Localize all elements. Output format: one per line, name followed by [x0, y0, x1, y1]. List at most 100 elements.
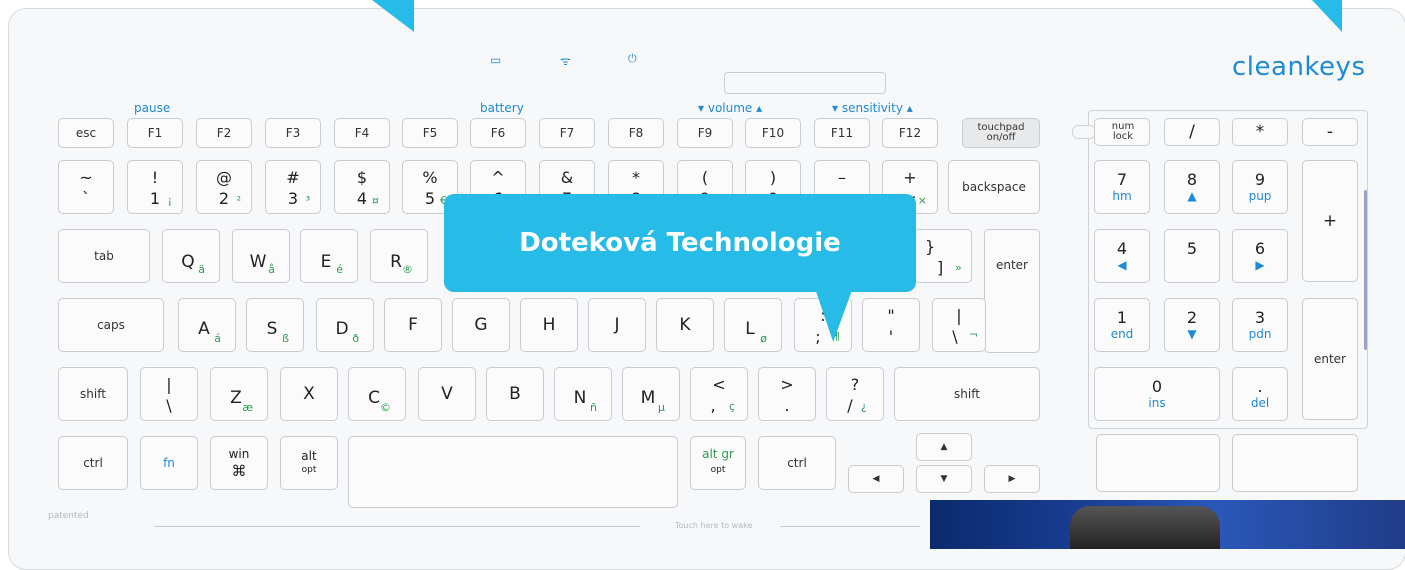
alt-gr-key[interactable]: alt gr opt [690, 436, 746, 490]
corner-marker-left [372, 0, 414, 32]
fn-key-2[interactable]: F2 [196, 118, 252, 148]
numpad-key-decimal[interactable]: . del [1232, 367, 1288, 421]
fn-key-6[interactable]: F6 [470, 118, 526, 148]
numpad-divide-key[interactable]: / [1164, 118, 1220, 146]
number-key-4[interactable]: $4 ¤ [334, 160, 390, 214]
letter-key-f[interactable]: F [384, 298, 442, 352]
win-label: win [228, 447, 250, 461]
letter-key-b[interactable]: B [486, 367, 544, 421]
touch-slot[interactable] [724, 72, 886, 94]
number-key-0[interactable]: ~ ` [58, 160, 114, 214]
arrow-up-key[interactable]: ▲ [916, 433, 972, 461]
pipe-top: | [956, 306, 962, 325]
bracket-key[interactable]: } ] » [914, 229, 972, 283]
device-image [1070, 506, 1220, 549]
touchpad-left-button[interactable] [1096, 434, 1220, 492]
letter-key-q[interactable]: Qä [162, 229, 220, 283]
fn-key-3[interactable]: F3 [265, 118, 321, 148]
number-key-1[interactable]: ! 1 ¡ [127, 160, 183, 214]
fn-key[interactable]: fn [140, 436, 198, 490]
numpad-key-2[interactable]: 2 ▼ [1164, 298, 1220, 352]
numpad-key-0[interactable]: 0 ins [1094, 367, 1220, 421]
fn-key-11[interactable]: F11 [814, 118, 870, 148]
fn-key-9[interactable]: F9 [677, 118, 733, 148]
letter-key-c[interactable]: C © [348, 367, 406, 421]
letter-key-j[interactable]: J [588, 298, 646, 352]
numpad-multiply-key[interactable]: * [1232, 118, 1288, 146]
fn-key-4[interactable]: F4 [334, 118, 390, 148]
letter-key-v[interactable]: V [418, 367, 476, 421]
touchpad-right-button[interactable] [1232, 434, 1358, 492]
letter-key-r[interactable]: R ® [370, 229, 428, 283]
backspace-key[interactable]: backspace [948, 160, 1040, 214]
number-key-2[interactable]: @2 ² [196, 160, 252, 214]
wake-label[interactable]: Touch here to wake [675, 521, 752, 530]
numpad-key-1[interactable]: 1 end [1094, 298, 1150, 352]
spacebar[interactable] [348, 436, 678, 508]
letter-key-label: H [542, 315, 556, 335]
fn-key-label: F3 [285, 126, 301, 140]
win-key[interactable]: win ⌘ [210, 436, 268, 490]
arrow-down-key[interactable]: ▼ [916, 465, 972, 493]
caps-key[interactable]: caps [58, 298, 164, 352]
fn-key-8[interactable]: F8 [608, 118, 664, 148]
numlock-key[interactable]: num lock [1094, 118, 1150, 146]
letter-key-a[interactable]: Aá [178, 298, 236, 352]
tab-key[interactable]: tab [58, 229, 150, 283]
numpad-key-5[interactable]: 5 [1164, 229, 1220, 283]
touchpad-toggle-key[interactable]: touchpad on/off [962, 118, 1040, 148]
period-key[interactable]: > . [758, 367, 816, 421]
letter-key-k[interactable]: K [656, 298, 714, 352]
quote-key[interactable]: " ' [862, 298, 920, 352]
letter-key-label: M [640, 388, 656, 408]
numpad-key-6[interactable]: 6 ▶ [1232, 229, 1288, 283]
numpad-key-9[interactable]: 9 pup [1232, 160, 1288, 214]
right-ctrl-key[interactable]: ctrl [758, 436, 836, 490]
letter-key-l[interactable]: Lø [724, 298, 782, 352]
numpad-minus-key[interactable]: - [1302, 118, 1358, 146]
arrow-right-key[interactable]: ▶ [984, 465, 1040, 493]
comma-key[interactable]: < , ç [690, 367, 748, 421]
numpad-key-sub: pup [1248, 189, 1272, 203]
fn-key-label: F2 [216, 126, 232, 140]
left-ctrl-key[interactable]: ctrl [58, 436, 128, 490]
numpad-plus-key[interactable]: + [1302, 160, 1358, 282]
letter-key-label: S [266, 319, 278, 339]
right-shift-key[interactable]: shift [894, 367, 1040, 421]
fn-key-7[interactable]: F7 [539, 118, 595, 148]
fn-key-5[interactable]: F5 [402, 118, 458, 148]
letter-key-alt: æ [242, 401, 253, 414]
arrow-left-key[interactable]: ◀ [848, 465, 904, 493]
backslash-key[interactable]: | \ [140, 367, 198, 421]
enter-key[interactable]: enter [984, 229, 1040, 353]
fn-key-0[interactable]: esc [58, 118, 114, 148]
numpad-key-4[interactable]: 4 ◀ [1094, 229, 1150, 283]
letter-key-w[interactable]: Wå [232, 229, 290, 283]
fn-key-12[interactable]: F12 [882, 118, 938, 148]
fn-key-10[interactable]: F10 [745, 118, 801, 148]
numpad-key-digit: 1 [1116, 308, 1128, 327]
letter-key-e[interactable]: Eé [300, 229, 358, 283]
letter-key-z[interactable]: Zæ [210, 367, 268, 421]
letter-key-m[interactable]: Mµ [622, 367, 680, 421]
pipe-key[interactable]: | \ ¬ [932, 298, 986, 352]
letter-key-s[interactable]: Sß [246, 298, 304, 352]
number-key-3[interactable]: #3 ³ [265, 160, 321, 214]
left-shift-key[interactable]: shift [58, 367, 128, 421]
letter-key-x[interactable]: X [280, 367, 338, 421]
command-icon: ⌘ [231, 462, 247, 480]
left-shift-label: shift [80, 387, 106, 401]
letter-key-d[interactable]: Dð [316, 298, 374, 352]
numpad-key-3[interactable]: 3 pdn [1232, 298, 1288, 352]
numpad-key-8[interactable]: 8 ▲ [1164, 160, 1220, 214]
numpad-enter-key[interactable]: enter [1302, 298, 1358, 420]
letter-key-n[interactable]: Nñ [554, 367, 612, 421]
slash-key[interactable]: ? / ¿ [826, 367, 884, 421]
numpad-slider[interactable] [1364, 190, 1367, 350]
alt-key[interactable]: alt opt [280, 436, 338, 490]
letter-key-g[interactable]: G [452, 298, 510, 352]
numpad-key-7[interactable]: 7 hm [1094, 160, 1150, 214]
letter-key-h[interactable]: H [520, 298, 578, 352]
number-key-bottom: 1 [149, 189, 161, 208]
fn-key-1[interactable]: F1 [127, 118, 183, 148]
